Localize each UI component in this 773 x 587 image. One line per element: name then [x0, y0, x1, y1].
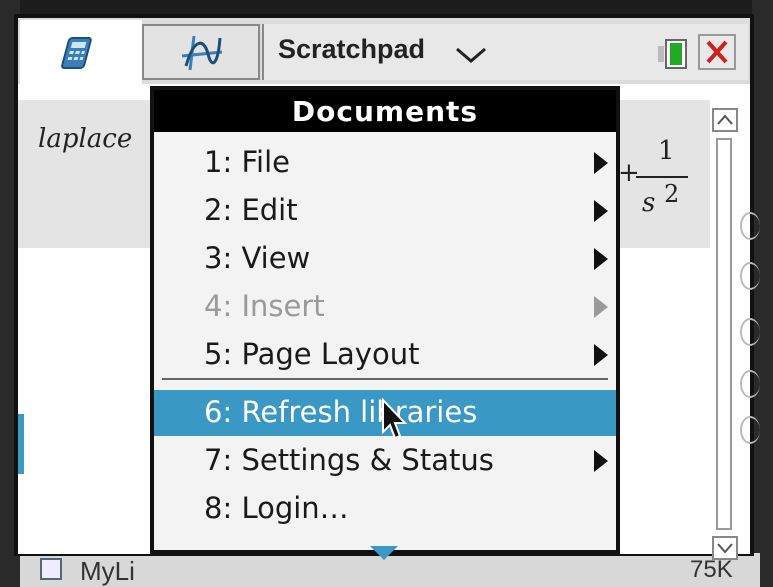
- menu-item-label: 2: Edit: [204, 193, 298, 227]
- graph-icon: [181, 35, 223, 71]
- menu-item-view[interactable]: 3: View: [154, 236, 616, 282]
- tab-graphs[interactable]: [142, 24, 260, 80]
- menu-item-settings-status[interactable]: 7: Settings & Status: [154, 438, 616, 484]
- menu-item-insert: 4: Insert: [154, 284, 616, 330]
- dropdown-chevron-icon[interactable]: [454, 46, 488, 64]
- more-items-arrow-icon[interactable]: [370, 546, 398, 560]
- menu-item-file[interactable]: 1: File: [154, 140, 616, 186]
- scroll-down-button[interactable]: [712, 536, 738, 560]
- background-right-edge: [752, 0, 773, 587]
- submenu-arrow-icon: [594, 152, 608, 174]
- vertical-scrollbar[interactable]: [710, 104, 740, 564]
- tab-bar: Scratchpad: [18, 18, 750, 84]
- scroll-up-button[interactable]: [712, 108, 738, 132]
- documents-menu: Documents 1: File 2: Edit 3: View 4: Ins…: [150, 86, 620, 560]
- submenu-arrow-icon: [594, 344, 608, 366]
- tab-calculator[interactable]: [20, 20, 142, 84]
- menu-item-login[interactable]: 8: Login…: [154, 486, 616, 532]
- radio-indicator: [740, 262, 760, 290]
- menu-item-label: 7: Settings & Status: [204, 443, 494, 477]
- chevron-down-icon: [717, 543, 733, 554]
- radio-indicator: [740, 370, 760, 398]
- submenu-arrow-icon: [594, 248, 608, 270]
- battery-icon: [658, 39, 687, 69]
- radio-indicator: [740, 212, 760, 240]
- calculator-icon: [61, 37, 92, 69]
- menu-item-label: 1: File: [204, 145, 290, 179]
- fraction-bar: [636, 176, 688, 178]
- menu-title: Documents: [154, 90, 616, 132]
- menu-separator: [162, 378, 608, 380]
- result-denominator: s: [642, 188, 656, 218]
- result-exponent: 2: [664, 180, 680, 208]
- radio-indicator: [740, 416, 760, 444]
- submenu-arrow-icon: [594, 450, 608, 472]
- menu-item-label: 6: Refresh libraries: [204, 395, 478, 429]
- result-numerator: 1: [658, 136, 675, 166]
- selection-marker: [18, 414, 24, 474]
- menu-item-label: 5: Page Layout: [204, 337, 420, 371]
- menu-item-label: 3: View: [204, 241, 311, 275]
- menu-item-label: 8: Login…: [204, 491, 349, 525]
- expression-text: laplace: [38, 124, 133, 154]
- submenu-arrow-icon: [594, 296, 608, 318]
- chevron-up-icon: [717, 114, 733, 125]
- menu-item-edit[interactable]: 2: Edit: [154, 188, 616, 234]
- background-checkbox-icon: [40, 558, 62, 580]
- radio-indicator: [740, 318, 760, 346]
- close-icon: [706, 40, 728, 64]
- scratchpad-title-bar[interactable]: Scratchpad: [262, 24, 748, 80]
- close-button[interactable]: [698, 34, 736, 70]
- menu-item-page-layout[interactable]: 5: Page Layout: [154, 332, 616, 378]
- menu-item-label: 4: Insert: [204, 289, 325, 323]
- scroll-track[interactable]: [716, 138, 732, 530]
- submenu-arrow-icon: [594, 200, 608, 222]
- scratchpad-title: Scratchpad: [278, 34, 426, 64]
- background-library-name: MyLi: [80, 556, 135, 586]
- plus-sign: +: [618, 158, 640, 188]
- mouse-cursor-icon: [382, 398, 408, 440]
